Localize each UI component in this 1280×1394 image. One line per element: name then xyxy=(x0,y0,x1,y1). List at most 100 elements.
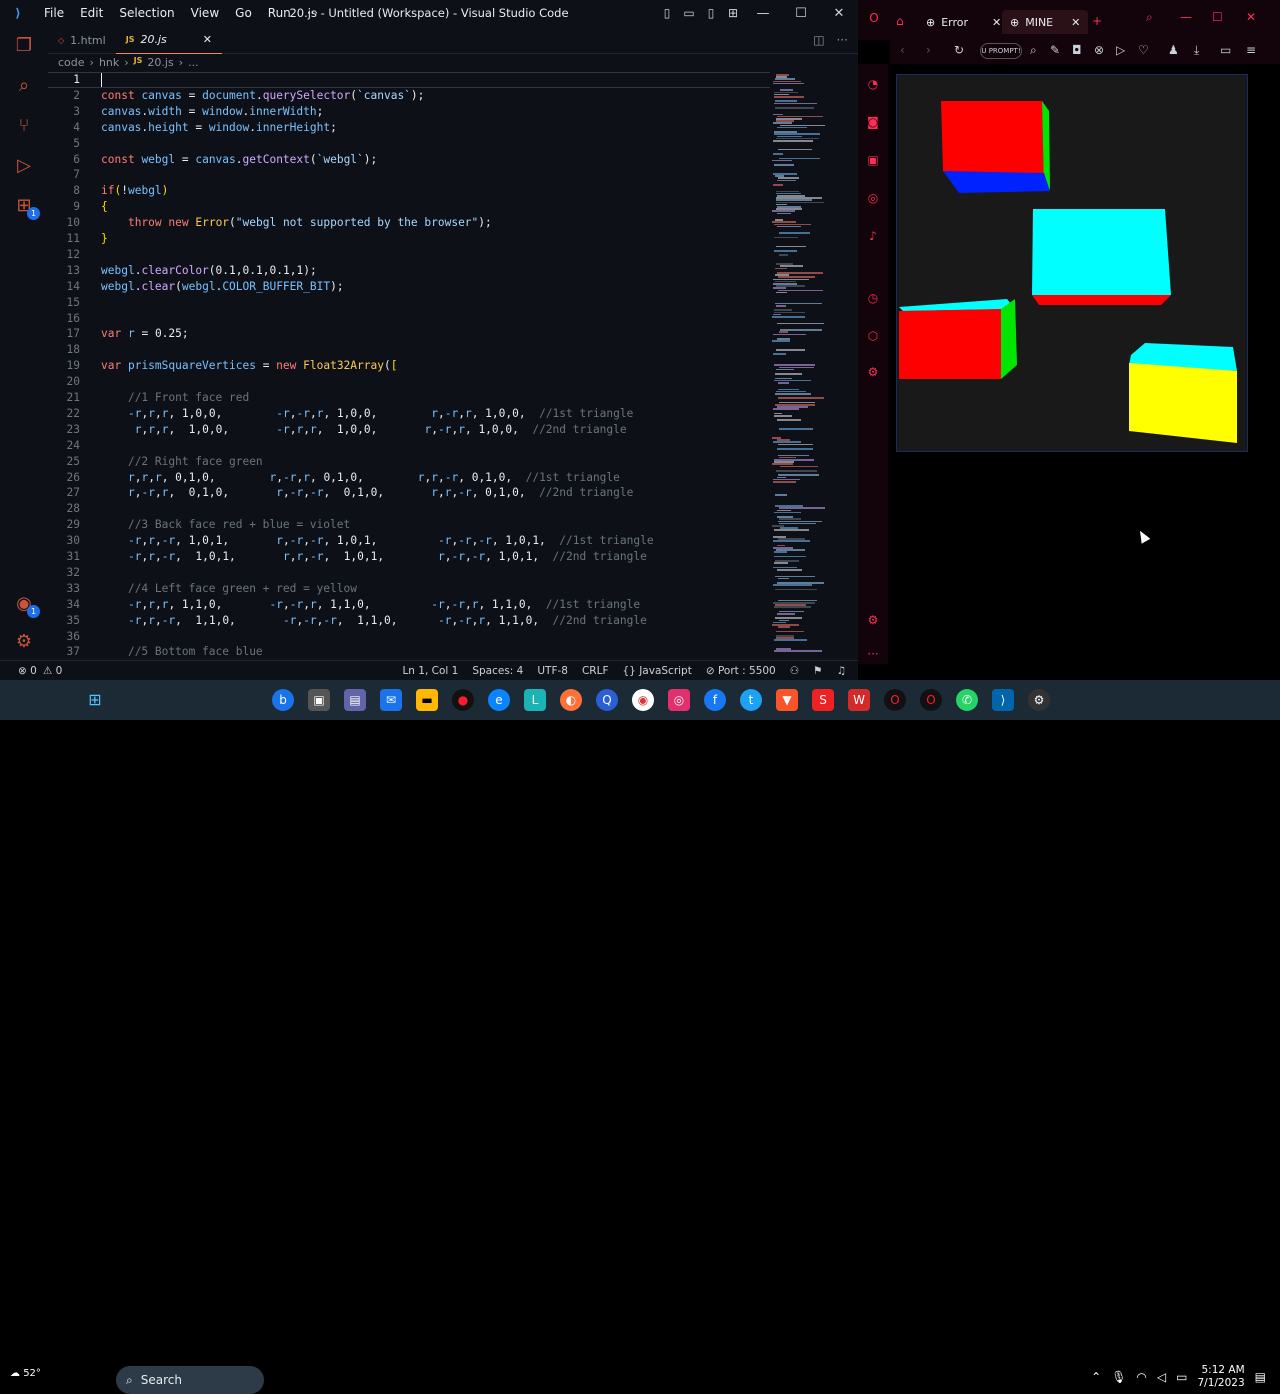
code-line[interactable]: 21 //1 Front face red xyxy=(48,390,770,406)
chevron-up-icon[interactable]: ⌃ xyxy=(1091,1370,1101,1384)
code-line[interactable]: 3 canvas.width = window.innerWidth; xyxy=(48,104,770,120)
close-tab-icon[interactable]: ✕ xyxy=(1071,16,1080,29)
heart-icon[interactable]: ♡ xyxy=(1138,43,1149,57)
code-line[interactable]: 24 xyxy=(48,438,770,454)
code-line[interactable]: 14 webgl.clear(webgl.COLOR_BUFFER_BIT); xyxy=(48,279,770,295)
discord-icon[interactable]: ◎ xyxy=(865,190,881,206)
code-line[interactable]: 10 throw new Error("webgl not supported … xyxy=(48,215,770,231)
more-actions-icon[interactable]: ··· xyxy=(837,33,848,47)
menu-view[interactable]: View xyxy=(183,6,227,20)
new-tab-icon[interactable]: + xyxy=(1092,14,1102,28)
encoding[interactable]: UTF-8 xyxy=(537,665,568,677)
menu-more[interactable]: ··· xyxy=(299,6,326,20)
teams-icon[interactable]: ▤ xyxy=(344,689,366,711)
maximize-button[interactable]: ☐ xyxy=(782,6,820,21)
toggle-panel-icon[interactable]: ▭ xyxy=(678,6,700,20)
code-line[interactable]: 5 xyxy=(48,136,770,152)
speed-dial-icon[interactable]: ◔ xyxy=(865,76,881,92)
customize-layout-icon[interactable]: ⊞ xyxy=(722,6,744,20)
twitch-icon[interactable]: ▣ xyxy=(865,152,881,168)
explorer-icon[interactable]: ❐ xyxy=(12,34,36,58)
code-line[interactable]: 23 r,r,r, 1,0,0, -r,r,r, 1,0,0, r,-r,r, … xyxy=(48,422,770,438)
code-line[interactable]: 28 xyxy=(48,501,770,517)
code-line[interactable]: 16 xyxy=(48,311,770,327)
split-editor-icon[interactable]: ◫ xyxy=(813,33,824,47)
copilot-icon[interactable]: b xyxy=(272,689,294,711)
task-view-icon[interactable]: ▣ xyxy=(308,689,330,711)
search-icon[interactable]: ⌕ xyxy=(1146,10,1153,25)
toggle-secondary-sidebar-icon[interactable]: ▯ xyxy=(700,6,722,20)
tab-1-html[interactable]: ◇ 1.html xyxy=(48,26,116,54)
opera-logo-icon[interactable]: O xyxy=(866,10,882,26)
weather-widget[interactable]: ☁ 52° xyxy=(10,1368,41,1379)
close-tab-icon[interactable]: ✕ xyxy=(992,16,1001,29)
code-line[interactable]: 27 r,-r,r, 0,1,0, r,-r,-r, 0,1,0, r,r,-r… xyxy=(48,485,770,501)
code-line[interactable]: 13 webgl.clearColor(0.1,0.1,0.1,1); xyxy=(48,263,770,279)
app-s-icon[interactable]: S xyxy=(812,689,834,711)
record-icon[interactable]: ● xyxy=(452,689,474,711)
chrome-icon[interactable]: ◉ xyxy=(632,689,654,711)
file-explorer-icon[interactable]: ▬ xyxy=(416,689,438,711)
whatsapp-icon[interactable]: ✆ xyxy=(956,689,978,711)
edit-icon[interactable]: ✎ xyxy=(1050,43,1060,57)
code-line[interactable]: 34 -r,r,r, 1,1,0, -r,-r,r, 1,1,0, -r,-r,… xyxy=(48,597,770,613)
microphone-icon[interactable]: 🎙 xyxy=(1111,1370,1126,1384)
easy-setup-icon[interactable]: ≡ xyxy=(1246,43,1256,57)
menu-go[interactable]: Go xyxy=(227,6,260,20)
gx-icon[interactable]: ⌂ xyxy=(896,14,904,28)
code-line[interactable]: 29 //3 Back face red + blue = violet xyxy=(48,517,770,533)
breadcrumb-item[interactable]: code xyxy=(58,56,85,69)
close-button[interactable]: ✕ xyxy=(1246,10,1256,24)
code-line[interactable]: 12 xyxy=(48,247,770,263)
player-icon[interactable] xyxy=(865,238,881,254)
code-line[interactable]: 11} xyxy=(48,231,770,247)
language-mode[interactable]: {} JavaScript xyxy=(623,665,692,677)
twitter-icon[interactable]: t xyxy=(740,689,762,711)
code-line[interactable]: 2 const canvas = document.querySelector(`… xyxy=(48,88,770,104)
code-line[interactable]: 31 -r,r,-r, 1,0,1, r,r,-r, 1,0,1, r,-r,-… xyxy=(48,549,770,565)
mail-icon[interactable]: ✉ xyxy=(380,689,402,711)
webgl-canvas[interactable] xyxy=(896,74,1248,452)
shopping-icon[interactable]: ◙ xyxy=(865,114,881,130)
live-server-port[interactable]: ⊘ Port : 5500 xyxy=(706,665,776,677)
history-icon[interactable]: ◷ xyxy=(865,290,881,306)
back-icon[interactable]: ‹ xyxy=(900,43,905,57)
code-line[interactable]: 25 //2 Right face green xyxy=(48,454,770,470)
opera-icon[interactable]: O xyxy=(884,689,906,711)
code-line[interactable]: 35 -r,r,-r, 1,1,0, -r,-r,-r, 1,1,0, -r,-… xyxy=(48,613,770,629)
more-icon[interactable]: ··· xyxy=(865,646,881,662)
settings-gear-icon[interactable]: ⚙ xyxy=(865,364,881,380)
minimap[interactable] xyxy=(772,72,842,660)
office-icon[interactable]: W xyxy=(848,689,870,711)
close-tab-icon[interactable]: ✕ xyxy=(203,33,212,46)
indentation[interactable]: Spaces: 4 xyxy=(472,665,523,677)
edge-icon[interactable]: e xyxy=(488,689,510,711)
accounts-icon[interactable]: ⚇ xyxy=(790,665,799,677)
cursor-position[interactable]: Ln 1, Col 1 xyxy=(402,665,458,677)
taskbar-search[interactable]: ⌕ Search xyxy=(116,1366,264,1394)
app-q-icon[interactable]: Q xyxy=(596,689,618,711)
source-control-icon[interactable]: ⑂ xyxy=(12,114,36,138)
search-icon[interactable]: ⌕ xyxy=(1030,43,1037,58)
menu-run[interactable]: Run xyxy=(260,6,299,20)
browser-tab-mine[interactable]: ⊕ MINE ✕ xyxy=(1002,10,1089,34)
code-line[interactable]: 30 -r,r,-r, 1,0,1, r,-r,-r, 1,0,1, -r,-r… xyxy=(48,533,770,549)
minimize-button[interactable]: — xyxy=(1180,10,1192,24)
minimize-button[interactable]: — xyxy=(744,6,782,21)
profile-icon[interactable]: ♟ xyxy=(1168,43,1179,57)
code-line[interactable]: 1 xyxy=(48,72,770,88)
problems-warnings[interactable]: ⚠ 0 xyxy=(43,665,62,677)
notifications-bell-icon[interactable]: ♫ xyxy=(837,665,846,677)
gx-control-icon[interactable]: ⚙ xyxy=(865,612,881,628)
vscode-taskbar-icon[interactable]: ⟩ xyxy=(992,689,1014,711)
problems-errors[interactable]: ⊗ 0 xyxy=(18,665,37,677)
brave-icon[interactable]: ▼ xyxy=(776,689,798,711)
code-line[interactable]: 36 xyxy=(48,629,770,645)
search-icon[interactable]: ⌕ xyxy=(12,74,36,98)
start-icon[interactable]: ⊞ xyxy=(84,689,106,711)
code-line[interactable]: 8 if(!webgl) xyxy=(48,183,770,199)
menu-selection[interactable]: Selection xyxy=(111,6,182,20)
extensions-cube-icon[interactable]: ⬡ xyxy=(865,328,881,344)
code-line[interactable]: 4 canvas.height = window.innerHeight; xyxy=(48,120,770,136)
code-line[interactable]: 9{ xyxy=(48,199,770,215)
